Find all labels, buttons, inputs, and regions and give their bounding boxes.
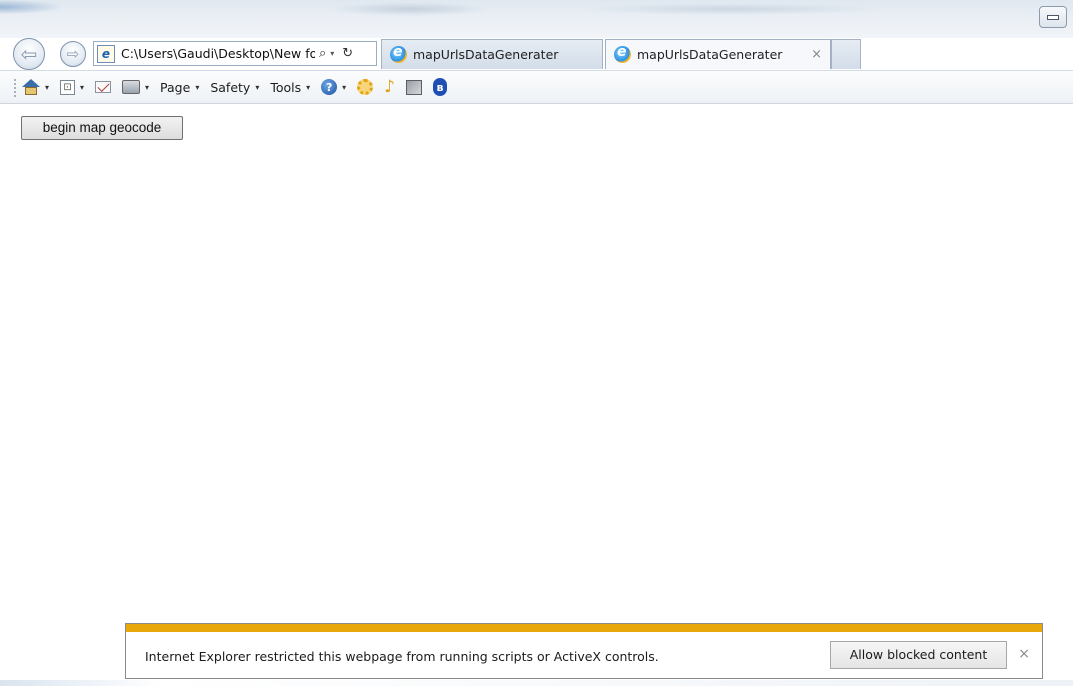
print-button[interactable]: ▾ — [122, 80, 149, 94]
gear-button[interactable] — [357, 79, 374, 95]
chevron-down-icon: ▾ — [195, 82, 200, 92]
tab-mapurlsdatagenerater-1[interactable]: mapUrlsDataGenerater — [381, 39, 603, 69]
notification-bar: Internet Explorer restricted this webpag… — [125, 623, 1043, 679]
address-bar[interactable]: e C:\Users\Gaudi\Desktop\New fo ⌕ ▾ ↻ — [93, 41, 377, 66]
tab-label: mapUrlsDataGenerater — [637, 47, 783, 62]
address-dropdown-icon[interactable]: ▾ — [330, 49, 334, 58]
notification-accent — [126, 624, 1042, 632]
bluetooth-button[interactable]: ʙ — [433, 78, 448, 96]
toolbar-grip[interactable] — [14, 79, 16, 97]
safety-menu-label: Safety — [210, 79, 251, 95]
window-title-bar — [0, 0, 1073, 38]
help-button[interactable]: ? ▾ — [321, 79, 346, 95]
page-menu-label: Page — [160, 79, 191, 95]
close-icon[interactable]: × — [1018, 646, 1030, 662]
research-button[interactable] — [406, 79, 423, 95]
ie-page-icon: e — [97, 44, 115, 63]
ie-logo-icon — [390, 44, 407, 63]
address-url[interactable]: C:\Users\Gaudi\Desktop\New fo — [121, 46, 315, 61]
close-tab-icon[interactable]: × — [811, 47, 822, 62]
forward-arrow-icon: ⇨ — [66, 44, 80, 63]
page-menu[interactable]: Page ▾ — [160, 80, 199, 95]
new-tab-button[interactable] — [831, 39, 861, 69]
home-icon — [22, 79, 40, 95]
tools-menu-label: Tools — [270, 79, 302, 95]
window-bottom-edge — [0, 680, 1073, 686]
minimize-icon — [1047, 14, 1059, 20]
forward-button[interactable]: ⇨ — [60, 41, 86, 67]
chevron-down-icon: ▾ — [255, 82, 260, 92]
begin-map-geocode-button[interactable]: begin map geocode — [21, 116, 183, 140]
refresh-icon[interactable]: ↻ — [342, 46, 353, 61]
tab-label: mapUrlsDataGenerater — [413, 47, 559, 62]
aero-glass-blur — [330, 2, 490, 16]
feed-icon: ⊡ — [60, 79, 76, 95]
addon-button[interactable]: ♪ — [384, 77, 395, 97]
chevron-down-icon[interactable]: ▾ — [80, 83, 84, 92]
command-bar: ▾ ⊡ ▾ ▾ Page ▾ Safety ▾ Tools ▾ ? ▾ ♪ ʙ — [0, 70, 1073, 104]
home-button[interactable]: ▾ — [22, 79, 49, 95]
back-arrow-icon: ⇦ — [20, 42, 38, 66]
chevron-down-icon[interactable]: ▾ — [145, 83, 149, 92]
minimize-button[interactable] — [1039, 6, 1067, 28]
aero-glass-blur — [580, 3, 880, 15]
chevron-down-icon[interactable]: ▾ — [45, 83, 49, 92]
feeds-button[interactable]: ⊡ ▾ — [60, 79, 84, 95]
research-icon — [406, 79, 423, 95]
bluetooth-icon: ʙ — [433, 78, 448, 96]
help-icon: ? — [321, 79, 338, 95]
ie-logo-icon — [614, 44, 631, 63]
aero-glass-blur — [0, 0, 60, 14]
tools-menu[interactable]: Tools ▾ — [270, 80, 310, 95]
mail-icon — [95, 81, 112, 93]
chevron-down-icon: ▾ — [306, 82, 311, 92]
allow-blocked-content-button[interactable]: Allow blocked content — [830, 641, 1007, 669]
search-icon[interactable]: ⌕ — [319, 46, 326, 61]
chevron-down-icon: ▾ — [342, 82, 347, 92]
printer-icon — [122, 80, 141, 94]
page-content: begin map geocode — [0, 104, 1073, 686]
tab-mapurlsdatagenerater-2[interactable]: mapUrlsDataGenerater × — [605, 39, 831, 69]
read-mail-button[interactable] — [95, 81, 112, 93]
back-button[interactable]: ⇦ — [13, 38, 45, 70]
notification-message: Internet Explorer restricted this webpag… — [145, 649, 659, 664]
gear-icon — [357, 79, 374, 95]
safety-menu[interactable]: Safety ▾ — [210, 80, 259, 95]
addon-icon: ♪ — [384, 77, 396, 97]
navigation-bar: ⇦ ⇨ e C:\Users\Gaudi\Desktop\New fo ⌕ ▾ … — [0, 36, 1073, 70]
